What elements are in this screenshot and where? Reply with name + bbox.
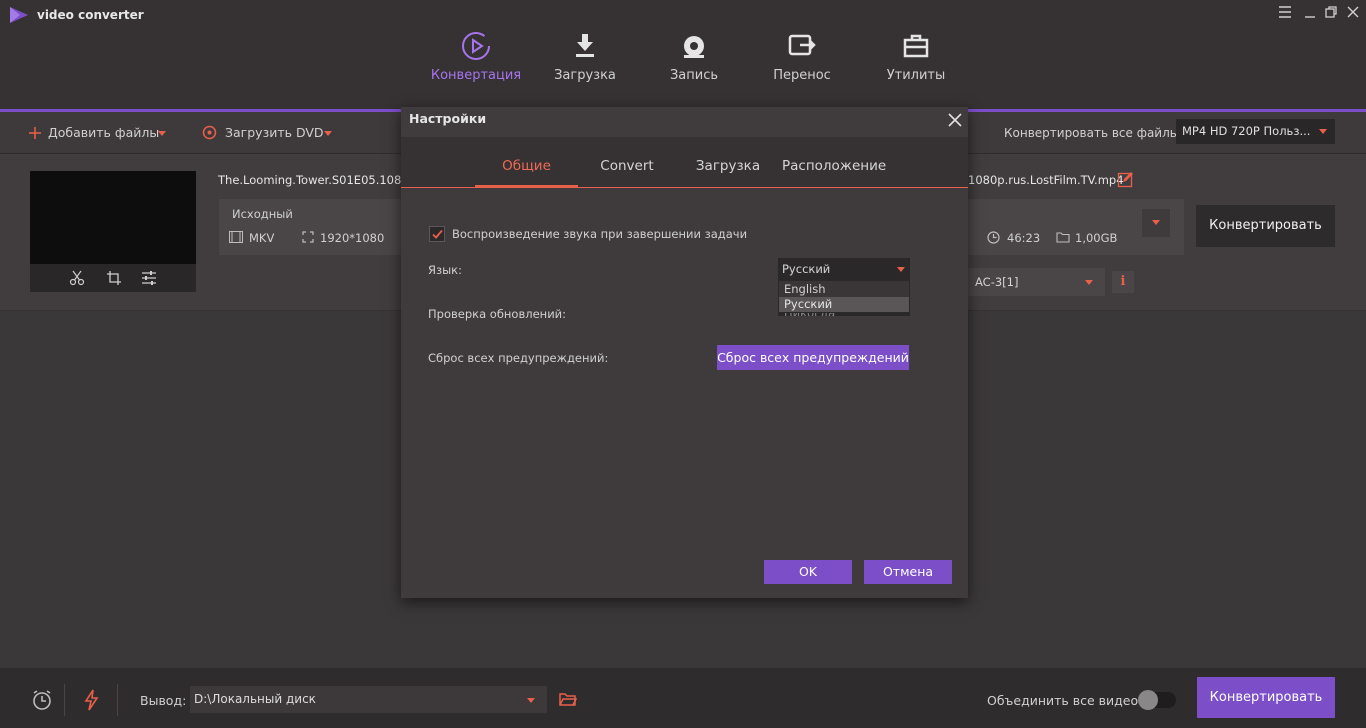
nav-transfer-label: Перенос bbox=[773, 68, 831, 83]
tab-convert[interactable]: Convert bbox=[587, 137, 667, 187]
language-option-english[interactable]: English bbox=[779, 282, 909, 297]
load-dvd-button[interactable]: Загрузить DVD bbox=[202, 125, 334, 141]
transfer-icon bbox=[786, 30, 818, 62]
scissors-icon[interactable] bbox=[69, 270, 85, 286]
folder-icon bbox=[1056, 231, 1070, 243]
rename-edit-icon[interactable] bbox=[1117, 171, 1134, 188]
output-path-value: D:\Локальный диск bbox=[194, 692, 316, 706]
nav-download-label: Загрузка bbox=[554, 68, 616, 83]
source-format: MKV bbox=[249, 231, 275, 245]
dialog-title: Настройки bbox=[409, 111, 487, 126]
file-size: 1,00GB bbox=[1075, 231, 1118, 245]
sound-on-complete-checkbox[interactable] bbox=[429, 226, 445, 242]
info-icon[interactable]: i bbox=[1112, 271, 1134, 293]
plus-icon bbox=[28, 126, 42, 140]
audio-track-select[interactable]: AC-3[1] bbox=[968, 268, 1105, 296]
convert-all-button[interactable]: Конвертировать все bbox=[1197, 677, 1335, 718]
merge-videos-label: Объединить все видео bbox=[987, 693, 1139, 708]
language-dropdown-list: English Русский bbox=[778, 280, 910, 313]
chevron-down-icon bbox=[1085, 280, 1093, 285]
nav-transfer[interactable]: Перенос bbox=[752, 30, 852, 90]
source-file-name: The.Looming.Tower.S01E05.1080p. bbox=[218, 173, 420, 187]
resolution-icon bbox=[302, 231, 314, 243]
chevron-down-icon bbox=[1319, 129, 1327, 134]
settings-dialog: Настройки Общие Convert Загрузка Располо… bbox=[401, 107, 968, 598]
reset-warnings-button[interactable]: Сброс всех предупреждений bbox=[717, 345, 909, 370]
source-info-box: Исходный MKV 1920*1080 bbox=[219, 199, 404, 255]
language-value: Русский bbox=[782, 262, 831, 276]
tab-general[interactable]: Общие bbox=[475, 137, 578, 187]
dialog-tabs: Общие Convert Загрузка Расположение bbox=[401, 137, 968, 188]
high-speed-lightning-icon[interactable] bbox=[83, 689, 99, 711]
schedule-alarm-icon[interactable] bbox=[31, 689, 53, 711]
minimize-icon[interactable] bbox=[1302, 4, 1320, 22]
film-icon bbox=[229, 231, 243, 243]
close-icon[interactable] bbox=[947, 112, 963, 128]
chevron-down-icon bbox=[158, 131, 166, 136]
divider bbox=[117, 684, 118, 716]
app-title: video converter bbox=[37, 8, 144, 22]
toolbox-icon bbox=[900, 30, 932, 62]
target-info-box: 46:23 1,00GB bbox=[968, 199, 1184, 255]
output-path-select[interactable]: D:\Локальный диск bbox=[190, 686, 547, 713]
convert-icon bbox=[460, 30, 492, 62]
reset-warnings-label: Сброс всех предупреждений: bbox=[428, 351, 609, 365]
nav-burn[interactable]: Запись bbox=[644, 30, 744, 90]
load-dvd-label: Загрузить DVD bbox=[225, 125, 324, 140]
target-settings-dropdown[interactable] bbox=[1142, 209, 1170, 237]
language-option-russian[interactable]: Русский bbox=[779, 297, 909, 312]
download-icon bbox=[569, 30, 601, 62]
convert-all-to-label: Конвертировать все файлы в bbox=[1004, 126, 1191, 140]
nav-convert[interactable]: Конвертация bbox=[426, 30, 526, 90]
app-logo-icon bbox=[8, 6, 30, 24]
video-thumbnail[interactable] bbox=[30, 171, 196, 264]
tab-location[interactable]: Расположение bbox=[782, 137, 886, 187]
tab-download[interactable]: Загрузка bbox=[688, 137, 768, 187]
clock-icon bbox=[987, 231, 1000, 244]
chevron-down-icon bbox=[897, 267, 905, 272]
close-window-icon[interactable] bbox=[1345, 4, 1363, 22]
merge-videos-toggle[interactable] bbox=[1138, 690, 1176, 710]
language-label: Язык: bbox=[428, 263, 463, 277]
chevron-down-icon bbox=[324, 131, 332, 136]
output-format-select[interactable]: MP4 HD 720P Польз... bbox=[1176, 119, 1335, 144]
target-file-name: 1080p.rus.LostFilm.TV.mp4 bbox=[968, 173, 1124, 187]
audio-track-value: AC-3[1] bbox=[975, 275, 1019, 289]
nav-convert-label: Конвертация bbox=[430, 68, 522, 83]
ok-button[interactable]: OK bbox=[764, 560, 852, 584]
nav-download[interactable]: Загрузка bbox=[535, 30, 635, 90]
maximize-icon[interactable] bbox=[1323, 4, 1341, 22]
cancel-button[interactable]: Отмена bbox=[864, 560, 952, 584]
menu-icon[interactable] bbox=[1277, 4, 1295, 22]
language-select[interactable]: Русский bbox=[778, 258, 910, 280]
check-updates-label: Проверка обновлений: bbox=[428, 307, 567, 321]
output-format-value: MP4 HD 720P Польз... bbox=[1182, 124, 1311, 138]
nav-burn-label: Запись bbox=[669, 68, 719, 83]
nav-toolbox-label: Утилиты bbox=[886, 68, 946, 83]
add-files-label: Добавить файлы bbox=[48, 125, 160, 140]
crop-icon[interactable] bbox=[106, 270, 122, 286]
nav-toolbox[interactable]: Утилиты bbox=[866, 30, 966, 90]
thumbnail-edit-bar bbox=[30, 264, 196, 292]
source-resolution: 1920*1080 bbox=[320, 231, 385, 245]
burn-disc-icon bbox=[678, 30, 710, 62]
duration: 46:23 bbox=[1007, 231, 1041, 245]
chevron-down-icon bbox=[1152, 220, 1160, 225]
convert-button[interactable]: Конвертировать bbox=[1196, 205, 1335, 247]
output-label: Вывод: bbox=[140, 693, 187, 708]
toggle-knob bbox=[1138, 690, 1158, 710]
add-files-button[interactable]: Добавить файлы bbox=[28, 125, 168, 141]
dialog-header: Настройки bbox=[401, 107, 968, 137]
sound-on-complete-label: Воспроизведение звука при завершении зад… bbox=[452, 227, 748, 241]
effects-sliders-icon[interactable] bbox=[141, 270, 157, 286]
divider bbox=[64, 684, 65, 716]
open-folder-icon[interactable] bbox=[559, 692, 577, 707]
dvd-icon bbox=[202, 125, 217, 140]
chevron-down-icon bbox=[527, 698, 535, 703]
source-label: Исходный bbox=[232, 207, 293, 221]
